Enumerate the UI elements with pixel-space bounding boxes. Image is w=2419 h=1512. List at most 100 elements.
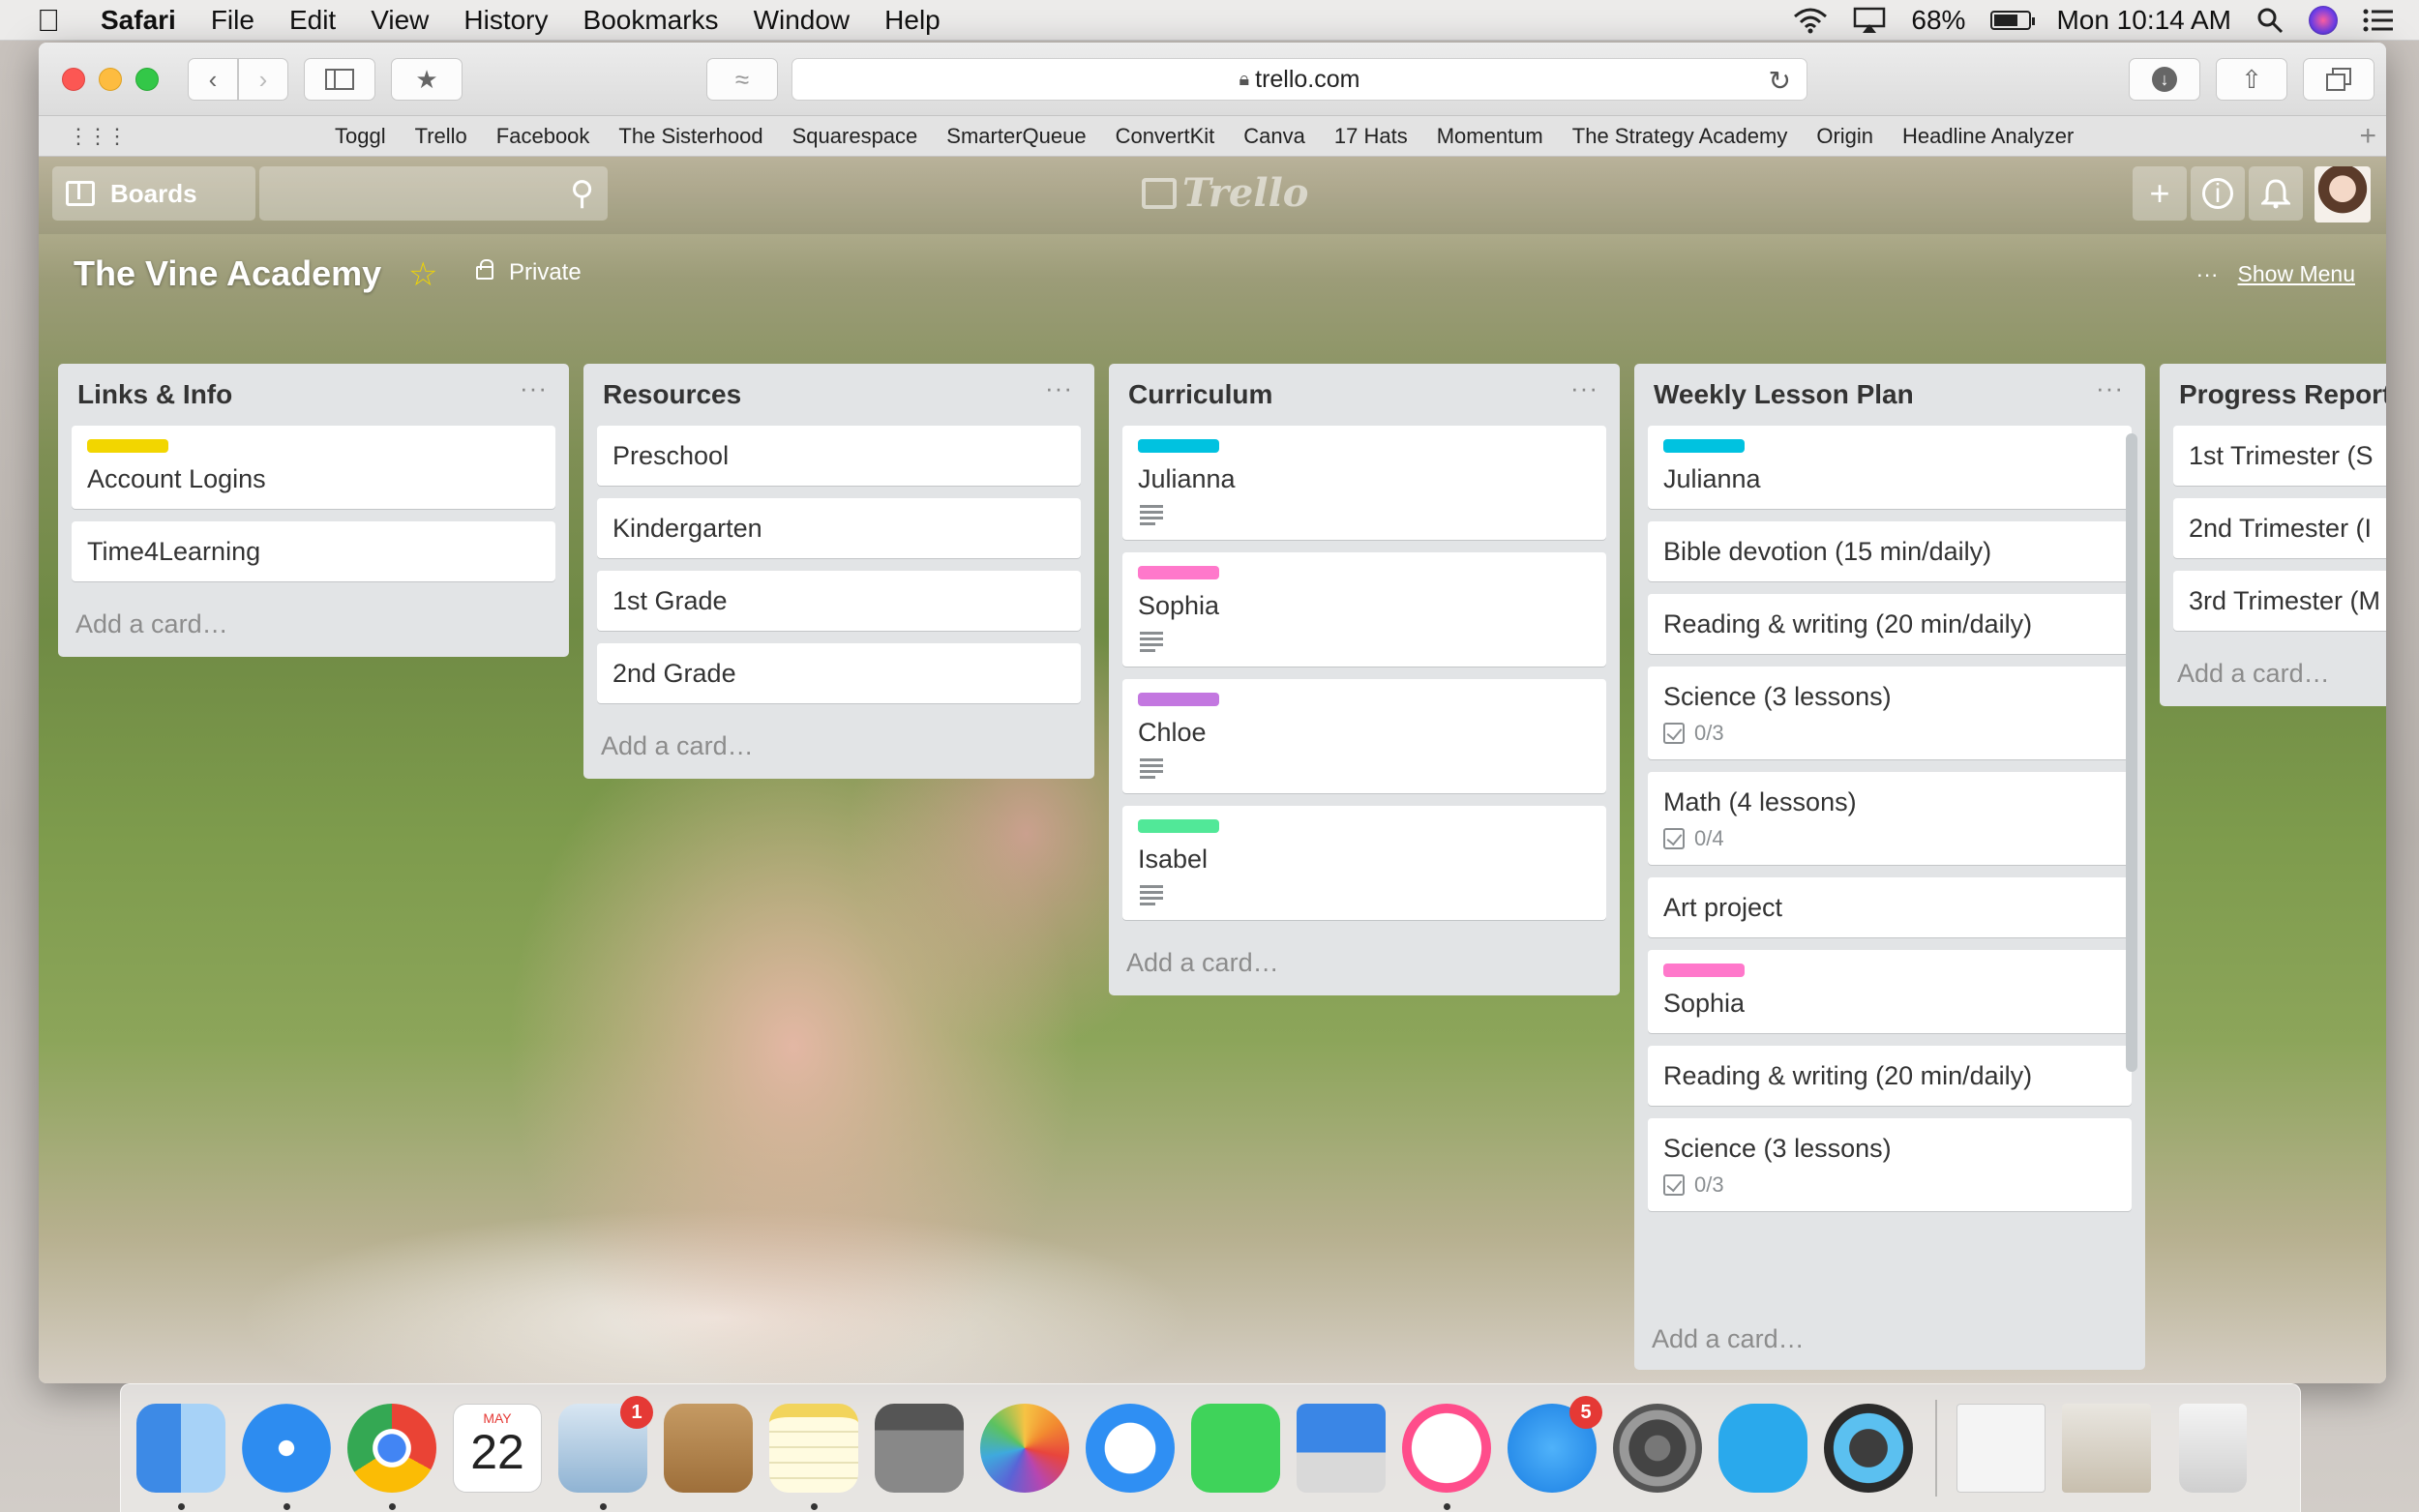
info-button[interactable]: i (2191, 166, 2245, 221)
add-card-link[interactable]: Add a card… (1648, 1309, 2112, 1360)
card[interactable]: Science (3 lessons) 0/3 (1648, 1118, 2132, 1211)
card[interactable]: Kindergarten (597, 498, 1081, 558)
messages-icon[interactable] (1086, 1404, 1175, 1493)
new-tab-plus-icon[interactable]: + (2359, 120, 2376, 153)
menu-edit[interactable]: Edit (289, 5, 336, 36)
app-store-icon[interactable]: 5 (1508, 1396, 1602, 1493)
list-title[interactable]: Links & Info (77, 379, 232, 410)
reload-icon[interactable]: ↻ (1769, 65, 1791, 97)
add-card-link[interactable]: Add a card… (597, 716, 1081, 767)
back-button[interactable]: ‹ (188, 58, 238, 101)
card[interactable]: 2nd Grade (597, 643, 1081, 703)
list-title[interactable]: Resources (603, 379, 741, 410)
card[interactable]: 3rd Trimester (M (2173, 571, 2386, 631)
add-card-link[interactable]: Add a card… (1122, 933, 1606, 984)
show-menu-link[interactable]: ··· Show Menu (2196, 261, 2355, 287)
notification-center-icon[interactable] (2363, 8, 2394, 33)
list-menu-icon[interactable]: ··· (520, 373, 548, 403)
forward-button[interactable]: › (238, 58, 288, 101)
card[interactable]: Reading & writing (20 min/daily) (1648, 1046, 2132, 1106)
siri-icon[interactable] (2309, 6, 2338, 35)
keynote-icon[interactable] (1297, 1404, 1386, 1493)
card[interactable]: Math (4 lessons) 0/4 (1648, 772, 2132, 865)
bookmark-origin[interactable]: Origin (1816, 124, 1873, 149)
battery-icon[interactable] (1990, 11, 2036, 30)
bookmark-momentum[interactable]: Momentum (1437, 124, 1543, 149)
card[interactable]: Sophia (1122, 552, 1606, 667)
add-card-link[interactable]: Add a card… (2173, 643, 2386, 695)
bookmark-17-hats[interactable]: 17 Hats (1334, 124, 1408, 149)
menu-window[interactable]: Window (754, 5, 851, 36)
card[interactable]: Time4Learning (72, 521, 555, 581)
card[interactable]: Art project (1648, 877, 2132, 937)
list-menu-icon[interactable]: ··· (2096, 373, 2124, 403)
board-title[interactable]: The Vine Academy (74, 253, 381, 294)
itunes-icon[interactable] (1402, 1404, 1491, 1510)
minimize-window-button[interactable] (99, 68, 122, 91)
create-button[interactable]: + (2133, 166, 2187, 221)
card[interactable]: 2nd Trimester (I (2173, 498, 2386, 558)
card[interactable]: 1st Grade (597, 571, 1081, 631)
list-title[interactable]: Curriculum (1128, 379, 1272, 410)
facetime-icon[interactable] (1191, 1404, 1280, 1493)
star-board-icon[interactable]: ☆ (408, 255, 437, 294)
card[interactable]: Isabel (1122, 806, 1606, 920)
card[interactable]: Reading & writing (20 min/daily) (1648, 594, 2132, 654)
trello-logo[interactable]: Trello (1142, 170, 1308, 216)
card[interactable]: Sophia (1648, 950, 2132, 1033)
share-button[interactable]: ⇧ (2216, 58, 2287, 101)
menu-help[interactable]: Help (884, 5, 941, 36)
bookmark-facebook[interactable]: Facebook (496, 124, 590, 149)
photos-icon[interactable] (980, 1404, 1069, 1493)
card[interactable]: Julianna (1648, 426, 2132, 509)
skype-icon[interactable] (1718, 1404, 1807, 1493)
menu-history[interactable]: History (463, 5, 548, 36)
finder-icon[interactable] (136, 1404, 225, 1510)
spotlight-search-icon[interactable] (2256, 7, 2284, 34)
list-title[interactable]: Progress Report (2179, 379, 2386, 410)
wifi-icon[interactable] (1793, 7, 1828, 34)
card[interactable]: Julianna (1122, 426, 1606, 540)
bookmark-canva[interactable]: Canva (1243, 124, 1305, 149)
safari-icon[interactable] (242, 1404, 331, 1510)
bookmark-headline-analyzer[interactable]: Headline Analyzer (1902, 124, 2074, 149)
card[interactable]: Bible devotion (15 min/daily) (1648, 521, 2132, 581)
sidebar-toggle-button[interactable] (304, 58, 375, 101)
top-sites-button[interactable]: ★ (391, 58, 463, 101)
list-menu-icon[interactable]: ··· (1570, 373, 1598, 403)
list-menu-icon[interactable]: ··· (1045, 373, 1073, 403)
chrome-icon[interactable] (347, 1404, 436, 1510)
downloads-stack-icon[interactable] (2062, 1404, 2151, 1493)
mail-icon[interactable]: 1 (558, 1396, 653, 1510)
system-preferences-icon[interactable] (1613, 1404, 1702, 1493)
downloads-button[interactable]: ↓ (2129, 58, 2200, 101)
bookmark-squarespace[interactable]: Squarespace (792, 124, 918, 149)
trash-icon[interactable] (2179, 1404, 2247, 1493)
menu-file[interactable]: File (211, 5, 254, 36)
bookmark-the-sisterhood[interactable]: The Sisterhood (618, 124, 762, 149)
card[interactable]: Science (3 lessons) 0/3 (1648, 667, 2132, 759)
visibility-button[interactable]: Private (476, 259, 582, 286)
reader-extension-button[interactable]: ≈ (706, 58, 778, 101)
tabs-overview-button[interactable] (2303, 58, 2374, 101)
documents-stack-icon[interactable] (1956, 1404, 2046, 1493)
avatar[interactable] (2314, 166, 2371, 222)
apple-icon[interactable]:  (37, 2, 70, 39)
zoom-window-button[interactable] (135, 68, 159, 91)
menu-bookmarks[interactable]: Bookmarks (583, 5, 719, 36)
list-scrollbar[interactable] (2126, 433, 2137, 1072)
list-title[interactable]: Weekly Lesson Plan (1654, 379, 1914, 410)
card[interactable]: Preschool (597, 426, 1081, 486)
card[interactable]: 1st Trimester (S (2173, 426, 2386, 486)
bookmark-toggl[interactable]: Toggl (335, 124, 386, 149)
bookmark-trello[interactable]: Trello (415, 124, 467, 149)
add-card-link[interactable]: Add a card… (72, 594, 555, 645)
trello-search-input[interactable]: ⚲ (259, 166, 608, 221)
boards-button[interactable]: Boards (52, 166, 255, 221)
apps-grid-icon[interactable]: ⋮⋮⋮ (68, 124, 128, 149)
close-window-button[interactable] (62, 68, 85, 91)
notifications-button[interactable] (2249, 166, 2303, 221)
quicktime-icon[interactable] (1824, 1404, 1913, 1493)
notes-icon[interactable] (769, 1404, 858, 1510)
menu-app-name[interactable]: Safari (101, 5, 176, 36)
